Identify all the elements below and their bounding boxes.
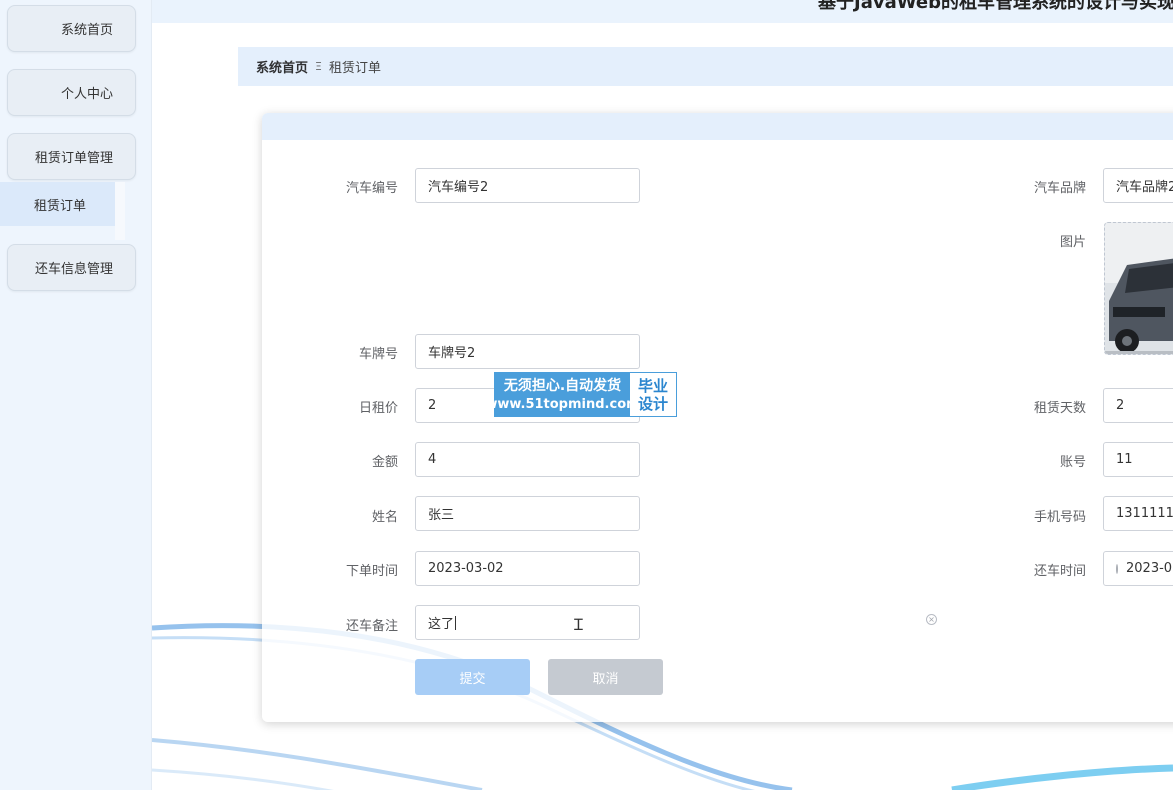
sidebar: 系统首页 个人中心 租赁订单管理 租赁订单 还车信息管理	[0, 0, 152, 790]
text-caret	[455, 615, 457, 630]
clear-icon[interactable]: ×	[926, 614, 937, 625]
order-time-input[interactable]: 2023-03-02	[415, 551, 640, 586]
return-note-input[interactable]: 这了	[415, 605, 640, 640]
car-brand-label: 汽车品牌	[1033, 181, 1086, 196]
breadcrumb-current: 租赁订单	[328, 61, 381, 76]
return-time-label: 还车时间	[1033, 564, 1086, 579]
submit-button[interactable]: 提交	[415, 659, 530, 695]
return-time-value: 2023-03-02	[1126, 561, 1173, 576]
order-form-card: 汽车编号 汽车编号2 汽车品牌 汽车品牌2 图片 车牌号 车牌号2 日租价 2 …	[262, 113, 1173, 722]
car-no-label: 汽车编号	[345, 181, 398, 196]
sidebar-item-label: 租赁订单管理	[34, 151, 113, 166]
watermark-right: 毕业 设计	[630, 373, 676, 416]
phone-label: 手机号码	[1033, 510, 1086, 525]
order-time-value: 2023-03-02	[428, 561, 504, 576]
watermark-line1: 无须担心.自动发货	[503, 377, 622, 394]
watermark-right2: 设计	[637, 394, 668, 413]
car-picture[interactable]	[1104, 222, 1173, 355]
sidebar-item-personal-center[interactable]: 个人中心	[7, 69, 136, 116]
cancel-button[interactable]: 取消	[548, 659, 663, 695]
card-header	[262, 113, 1173, 140]
page-title: 基于JavaWeb的租车管理系统的设计与实现	[818, 0, 1173, 13]
watermark-badge: 无须担心.自动发货 www.51topmind.com 毕业 设计	[485, 372, 677, 417]
watermark-right1: 毕业	[637, 376, 668, 395]
amount-label: 金额	[371, 455, 398, 470]
account-label: 账号	[1059, 455, 1086, 470]
sidebar-item-label: 还车信息管理	[34, 262, 113, 277]
breadcrumb-home[interactable]: 系统首页	[256, 57, 308, 76]
sidebar-item-label: 个人中心	[60, 87, 113, 102]
plate-value: 车牌号2	[428, 346, 476, 361]
phone-input[interactable]: 13111111111	[1103, 496, 1173, 531]
car-no-input[interactable]: 汽车编号2	[415, 168, 640, 203]
order-time-label: 下单时间	[345, 564, 398, 579]
account-value: 11	[1116, 452, 1133, 467]
plate-input[interactable]: 车牌号2	[415, 334, 640, 369]
rent-days-input[interactable]: 2	[1103, 388, 1173, 423]
text-cursor-icon: Ɪ	[574, 615, 583, 634]
amount-input[interactable]: 4	[415, 442, 640, 477]
breadcrumb: 系统首页 Ξ 租赁订单	[238, 47, 1173, 86]
car-brand-value: 汽车品牌2	[1116, 180, 1173, 195]
picture-label: 图片	[1059, 235, 1086, 250]
submenu-item-label: 租赁订单	[34, 198, 87, 214]
name-input[interactable]: 张三	[415, 496, 640, 531]
watermark-left: 无须担心.自动发货 www.51topmind.com	[485, 373, 640, 416]
breadcrumb-separator-icon: Ξ	[315, 60, 322, 73]
car-brand-input[interactable]: 汽车品牌2	[1103, 168, 1173, 203]
rent-days-value: 2	[1116, 398, 1125, 413]
account-input[interactable]: 11	[1103, 442, 1173, 477]
sidebar-item-return-info-management[interactable]: 还车信息管理	[7, 244, 136, 291]
sidebar-item-rental-order-management[interactable]: 租赁订单管理	[7, 133, 136, 180]
submenu-item-rental-order[interactable]: 租赁订单	[0, 182, 115, 226]
name-label: 姓名	[371, 510, 398, 525]
return-time-input[interactable]: 2023-03-02	[1103, 551, 1173, 586]
sidebar-item-home[interactable]: 系统首页	[7, 5, 136, 52]
return-note-value: 这了	[428, 617, 455, 632]
daily-price-value: 2	[428, 398, 437, 413]
amount-value: 4	[428, 452, 437, 467]
plate-label: 车牌号	[358, 347, 398, 362]
phone-value: 13111111111	[1116, 506, 1173, 521]
watermark-line2: www.51topmind.com	[485, 396, 640, 412]
sidebar-item-label: 系统首页	[60, 23, 113, 38]
return-note-label: 还车备注	[345, 619, 398, 634]
rent-days-label: 租赁天数	[1033, 401, 1086, 416]
car-no-value: 汽车编号2	[428, 180, 489, 195]
clock-icon	[1116, 563, 1118, 574]
name-value: 张三	[428, 508, 455, 523]
daily-price-label: 日租价	[358, 401, 398, 416]
submenu-strip	[115, 182, 125, 240]
car-image	[1105, 223, 1173, 354]
